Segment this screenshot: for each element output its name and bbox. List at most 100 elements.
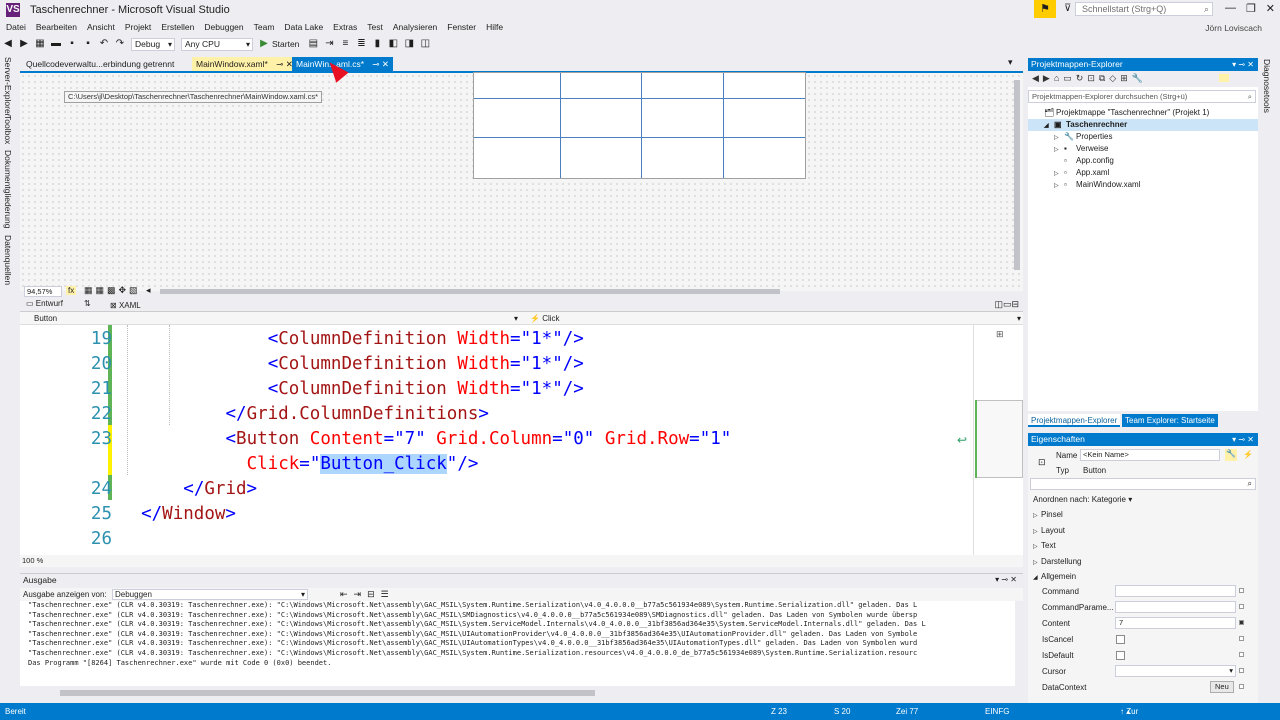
back-icon[interactable]: ◀ <box>2 38 14 50</box>
quick-launch-input[interactable]: Schnellstart (Strg+Q) ⌕ <box>1075 2 1213 16</box>
output-toolbar-icons[interactable]: ⇤⇥⊟☰ <box>340 589 395 600</box>
menu-debuggen[interactable]: Debuggen <box>204 22 243 32</box>
property-checkbox[interactable] <box>1116 635 1125 644</box>
properties-view-icon[interactable]: 🔧 <box>1225 449 1237 461</box>
designer-vertical-scrollbar[interactable] <box>1014 80 1020 270</box>
tree-item[interactable]: ▷ ▫ App.xaml <box>1028 167 1109 179</box>
code-line[interactable]: 20 <ColumnDefinition Width="1*"/> <box>20 352 973 377</box>
solution-search-input[interactable]: Projektmappen-Explorer durchsuchen (Strg… <box>1028 90 1256 103</box>
tool-tab-diagnosetools[interactable]: Diagnosetools <box>1262 59 1272 113</box>
close-button[interactable]: ✕ <box>1266 2 1275 18</box>
property-select[interactable]: ▾ <box>1115 665 1236 677</box>
tree-item[interactable]: ▷ 🔧 Properties <box>1028 131 1112 143</box>
forward-icon[interactable]: ▶ <box>18 38 30 50</box>
code-line[interactable]: Click="Button_Click"/> <box>20 452 973 477</box>
property-marker-icon[interactable] <box>1239 620 1244 625</box>
code-line[interactable]: 26 <box>20 527 973 552</box>
start-icon[interactable]: ▶ <box>258 38 270 50</box>
menu-hilfe[interactable]: Hilfe <box>486 22 503 32</box>
bookmark-prev-icon[interactable]: ◧ <box>387 38 399 50</box>
attach-icon[interactable]: ▤ <box>307 38 319 50</box>
tool-tab-dokumentgliederung[interactable]: Dokumentgliederung <box>3 150 13 228</box>
start-button[interactable]: Starten <box>272 39 299 49</box>
bookmark-icon[interactable]: ▮ <box>371 38 383 50</box>
minimize-button[interactable]: — <box>1225 2 1236 18</box>
code-minimap[interactable]: ⊞ <box>973 325 1023 555</box>
close-icon[interactable]: ✕ <box>382 59 389 69</box>
redo-icon[interactable]: ↷ <box>114 38 126 50</box>
pin-icon[interactable]: ⊸ <box>276 59 283 69</box>
menu-analysieren[interactable]: Analysieren <box>393 22 437 32</box>
property-name-input[interactable]: <Kein Name> <box>1080 449 1220 461</box>
menu-ansicht[interactable]: Ansicht <box>87 22 115 32</box>
tab-source-control[interactable]: Quellcodeverwaltu...erbindung getrennt <box>22 57 178 71</box>
tool-tab-server-explorer[interactable]: Server-Explorer <box>3 57 13 117</box>
property-input[interactable] <box>1115 585 1236 597</box>
window-controls[interactable]: — ❐ ✕ <box>1220 2 1280 18</box>
property-marker-icon[interactable] <box>1239 652 1244 657</box>
step-icon[interactable]: ⇥ <box>323 38 335 50</box>
tree-item[interactable]: ▷ ▪ Verweise <box>1028 143 1108 155</box>
code-line[interactable]: 22 </Grid.ColumnDefinitions> <box>20 402 973 427</box>
code-line[interactable]: 21 <ColumnDefinition Width="1*"/> <box>20 377 973 402</box>
property-search-input[interactable]: ⌕ <box>1030 478 1256 490</box>
notification-flag-icon[interactable]: ⚑ <box>1034 0 1056 18</box>
comment-icon[interactable]: ≡ <box>339 38 351 50</box>
tab-solution-explorer[interactable]: Projektmappen-Explorer <box>1028 414 1121 427</box>
expand-arrow-icon[interactable]: ▷ <box>1054 180 1064 192</box>
property-input[interactable] <box>1115 601 1236 613</box>
output-source-select[interactable]: Debuggen ▾ <box>112 589 308 600</box>
output-horizontal-scrollbar[interactable] <box>60 690 595 696</box>
property-category-layout[interactable]: ▷ Layout <box>1028 523 1250 538</box>
open-icon[interactable]: ▬ <box>50 38 62 50</box>
uncomment-icon[interactable]: ≣ <box>355 38 367 50</box>
menu-datei[interactable]: Datei <box>6 22 26 32</box>
tab-design[interactable]: ▭ Entwurf <box>26 299 63 308</box>
member-select[interactable]: ⚡ Click ▾ <box>526 313 1023 324</box>
maximize-button[interactable]: ❐ <box>1246 2 1256 18</box>
undo-icon[interactable]: ↶ <box>98 38 110 50</box>
filter-icon[interactable]: ⊽ <box>1064 3 1071 14</box>
tree-item[interactable]: ▫ App.config <box>1028 155 1114 167</box>
property-marker-icon[interactable] <box>1239 684 1244 689</box>
property-marker-icon[interactable] <box>1239 588 1244 593</box>
menu-fenster[interactable]: Fenster <box>447 22 476 32</box>
arrange-by-select[interactable]: Anordnen nach: Kategorie ▾ <box>1033 495 1132 504</box>
new-project-icon[interactable]: ▦ <box>34 38 46 50</box>
fx-icon[interactable]: fx <box>66 286 77 295</box>
property-marker-icon[interactable] <box>1239 636 1244 641</box>
code-line[interactable]: 25 </Window> <box>20 502 973 527</box>
menu-team[interactable]: Team <box>254 22 275 32</box>
swap-panes-icon[interactable]: ⇅ <box>84 299 91 308</box>
editor-zoom-select[interactable]: 100 % <box>22 556 43 565</box>
property-marker-icon[interactable] <box>1239 604 1244 609</box>
tree-item[interactable]: ▷ ▫ MainWindow.xaml <box>1028 179 1140 191</box>
add-to-source-control-button[interactable]: ↑ Zur Quellcodeverwaltung hinzufügen ▴ <box>1120 703 1138 720</box>
property-checkbox[interactable] <box>1116 651 1125 660</box>
menu-projekt[interactable]: Projekt <box>125 22 151 32</box>
menu-extras[interactable]: Extras <box>333 22 357 32</box>
code-line[interactable]: 19 <ColumnDefinition Width="1*"/> <box>20 327 973 352</box>
designer-horizontal-scrollbar[interactable] <box>160 289 780 294</box>
tool-tab-toolbox[interactable]: Toolbox <box>3 115 13 144</box>
property-new-button[interactable]: Neu <box>1210 681 1234 693</box>
user-account[interactable]: Jörn Loviscach <box>1205 23 1262 33</box>
tree-item[interactable]: 🗂 Projektmappe "Taschenrechner" (Projekt … <box>1028 107 1209 119</box>
split-editor-icon[interactable]: ⊞ <box>996 329 1004 340</box>
split-layout-icons[interactable]: ◫▭⊟ <box>994 299 1019 310</box>
tool-tab-datenquellen[interactable]: Datenquellen <box>3 235 13 285</box>
panel-controls[interactable]: ▾ ⊸ ✕ <box>1232 58 1254 71</box>
code-line[interactable]: 23 <Button Content="7" Grid.Column="0" Gr… <box>20 427 973 452</box>
solution-toolbar-icons[interactable]: ◀▶⌂▭↻⊡⧉◇⊞🔧 <box>1032 73 1147 84</box>
property-category-text[interactable]: ▷ Text <box>1028 538 1250 553</box>
output-log[interactable]: "Taschenrechner.exe" (CLR v4.0.30319: Ta… <box>20 601 1015 686</box>
bookmark-clear-icon[interactable]: ◫ <box>419 38 431 50</box>
menu-data-lake[interactable]: Data Lake <box>284 22 323 32</box>
property-marker-icon[interactable] <box>1239 668 1244 673</box>
configuration-select[interactable]: Debug <box>131 37 175 51</box>
property-category-darstellung[interactable]: ▷ Darstellung <box>1028 554 1250 569</box>
menu-test[interactable]: Test <box>367 22 383 32</box>
code-line[interactable]: 24 </Grid> <box>20 477 973 502</box>
pin-icon[interactable]: ⊸ <box>372 59 379 69</box>
property-input[interactable]: 7 <box>1115 617 1236 629</box>
